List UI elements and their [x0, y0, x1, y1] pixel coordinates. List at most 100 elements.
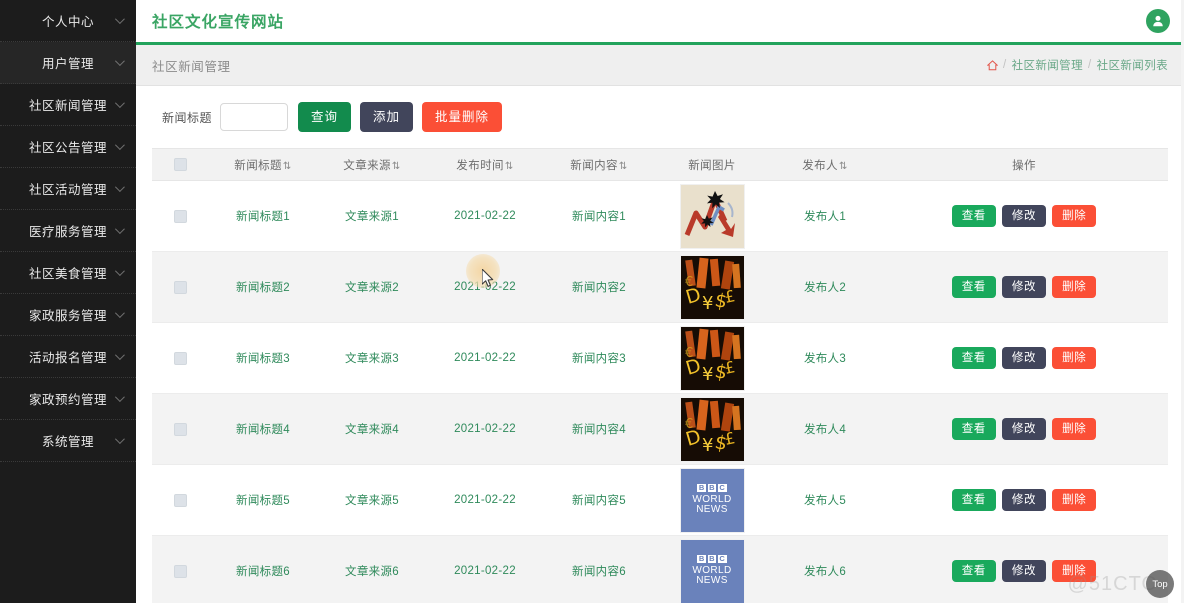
edit-button[interactable]: 修改 — [1001, 205, 1047, 227]
news-thumbnail-currency[interactable]: D ¥ $ £ € — [679, 325, 745, 391]
table-body: 新闻标题1 文章来源1 2021-02-22 新闻内容1 发布人1 查看 修改 删除 新闻标题2… — [152, 180, 1168, 603]
column-header-image: 新闻图片 — [654, 148, 770, 181]
column-header-publisher[interactable]: 发布人⇅ — [770, 148, 880, 181]
sidebar-item-label: 社区活动管理 — [28, 183, 107, 197]
news-thumbnail-currency[interactable]: D ¥ $ £ € — [679, 254, 745, 320]
cell-content: 新闻内容2 — [544, 251, 654, 323]
sidebar-item-5[interactable]: 医疗服务管理 — [0, 210, 136, 252]
news-thumbnail-currency[interactable]: D ¥ $ £ € — [679, 396, 745, 462]
column-header-content[interactable]: 新闻内容⇅ — [544, 148, 654, 181]
view-button[interactable]: 查看 — [951, 276, 996, 298]
sidebar-item-label: 家政预约管理 — [28, 393, 107, 407]
publish-time-text: 2021-02-22 — [454, 423, 516, 435]
chevron-down-icon — [114, 56, 125, 67]
row-checkbox[interactable] — [173, 422, 187, 436]
sidebar-item-1[interactable]: 用户管理 — [0, 42, 136, 84]
breadcrumb-separator: / — [1002, 59, 1007, 71]
delete-button[interactable]: 删除 — [1052, 489, 1097, 511]
sidebar-item-7[interactable]: 家政服务管理 — [0, 294, 136, 336]
news-source-text: 文章来源5 — [345, 495, 399, 507]
news-thumbnail-bbc[interactable]: B B C WORLD NEWS — [679, 538, 745, 603]
view-button[interactable]: 查看 — [951, 205, 996, 227]
cell-title: 新闻标题1 — [208, 180, 318, 252]
edit-button[interactable]: 修改 — [1001, 418, 1047, 440]
sidebar-item-10[interactable]: 系统管理 — [0, 420, 136, 462]
main-area: 社区文化宣传网站 社区新闻管理 / 社区新闻管理 / 社区新闻列表 新闻标题 查询 添… — [136, 0, 1184, 603]
search-toolbar: 新闻标题 查询 添加 批量删除 — [152, 86, 1168, 148]
publish-time-text: 2021-02-22 — [454, 565, 516, 577]
edit-button[interactable]: 修改 — [1001, 347, 1047, 369]
column-header-operations: 操作 — [880, 148, 1168, 181]
cell-operations: 查看 修改 删除 — [880, 535, 1168, 603]
delete-button[interactable]: 删除 — [1052, 347, 1097, 369]
svg-text:€: € — [685, 346, 694, 361]
edit-button[interactable]: 修改 — [1001, 276, 1047, 298]
table-header-row: 新闻标题⇅ 文章来源⇅ 发布时间⇅ 新闻内容⇅ 新闻图片 发布人⇅ 操作 — [152, 148, 1168, 181]
search-input[interactable] — [220, 103, 289, 131]
delete-button[interactable]: 删除 — [1052, 276, 1097, 298]
sub-header-bar: 社区新闻管理 / 社区新闻管理 / 社区新闻列表 — [136, 45, 1184, 86]
user-avatar-icon[interactable] — [1146, 9, 1170, 33]
news-content-text: 新闻内容1 — [572, 211, 626, 223]
sidebar-item-9[interactable]: 家政预约管理 — [0, 378, 136, 420]
sidebar-item-4[interactable]: 社区活动管理 — [0, 168, 136, 210]
cell-source: 文章来源2 — [318, 251, 426, 323]
column-header-label: 发布时间 — [456, 159, 504, 172]
column-header-publish_time[interactable]: 发布时间⇅ — [426, 148, 544, 181]
cell-source: 文章来源3 — [318, 322, 426, 394]
delete-button[interactable]: 删除 — [1052, 418, 1097, 440]
breadcrumb-item-1[interactable]: 社区新闻列表 — [1097, 57, 1168, 73]
cell-image — [654, 180, 770, 252]
view-button[interactable]: 查看 — [951, 418, 996, 440]
row-checkbox[interactable] — [173, 493, 187, 507]
sort-toggle-icon[interactable]: ⇅ — [619, 161, 628, 172]
cell-title: 新闻标题6 — [208, 535, 318, 603]
home-icon[interactable] — [986, 59, 998, 71]
row-checkbox[interactable] — [173, 564, 187, 578]
breadcrumb-item-0[interactable]: 社区新闻管理 — [1012, 57, 1083, 73]
query-button[interactable]: 查询 — [298, 102, 352, 132]
news-source-text: 文章来源2 — [345, 282, 399, 294]
row-checkbox[interactable] — [173, 209, 187, 223]
sidebar-item-8[interactable]: 活动报名管理 — [0, 336, 136, 378]
publisher-text: 发布人5 — [803, 495, 847, 507]
sidebar-item-6[interactable]: 社区美食管理 — [0, 252, 136, 294]
delete-button[interactable]: 删除 — [1052, 205, 1097, 227]
search-label: 新闻标题 — [162, 110, 213, 125]
view-button[interactable]: 查看 — [951, 560, 996, 582]
table-row: 新闻标题6 文章来源6 2021-02-22 新闻内容6 B B C WORLD NEWS 发布人… — [152, 535, 1168, 603]
delete-button[interactable]: 删除 — [1052, 560, 1097, 582]
row-checkbox[interactable] — [173, 351, 187, 365]
sort-toggle-icon[interactable]: ⇅ — [283, 161, 292, 172]
news-thumbnail-bbc[interactable]: B B C WORLD NEWS — [679, 467, 745, 533]
column-header-title[interactable]: 新闻标题⇅ — [208, 148, 318, 181]
batch-delete-button[interactable]: 批量删除 — [422, 102, 503, 132]
news-content-text: 新闻内容3 — [572, 353, 626, 365]
chevron-down-icon — [114, 182, 125, 193]
sort-toggle-icon[interactable]: ⇅ — [839, 161, 848, 172]
sidebar-item-2[interactable]: 社区新闻管理 — [0, 84, 136, 126]
view-button[interactable]: 查看 — [951, 347, 996, 369]
news-thumbnail-chart[interactable] — [679, 183, 745, 249]
sidebar-item-0[interactable]: 个人中心 — [0, 0, 136, 42]
cell-image: B B C WORLD NEWS — [654, 535, 770, 603]
publisher-text: 发布人6 — [803, 566, 847, 578]
select-all-checkbox[interactable] — [173, 158, 187, 171]
column-header-checkbox — [152, 148, 208, 181]
sidebar-item-label: 医疗服务管理 — [28, 225, 107, 239]
svg-text:€: € — [685, 417, 694, 432]
view-button[interactable]: 查看 — [951, 489, 996, 511]
column-header-source[interactable]: 文章来源⇅ — [318, 148, 426, 181]
sidebar-item-3[interactable]: 社区公告管理 — [0, 126, 136, 168]
cell-content: 新闻内容1 — [544, 180, 654, 252]
row-checkbox[interactable] — [173, 280, 187, 294]
edit-button[interactable]: 修改 — [1001, 560, 1047, 582]
edit-button[interactable]: 修改 — [1001, 489, 1047, 511]
breadcrumb: / 社区新闻管理 / 社区新闻列表 — [986, 57, 1168, 73]
back-to-top-button[interactable]: Top — [1146, 570, 1174, 598]
sort-toggle-icon[interactable]: ⇅ — [392, 161, 401, 172]
cell-image: D ¥ $ £ € — [654, 393, 770, 465]
news-title-text: 新闻标题4 — [236, 424, 290, 436]
add-button[interactable]: 添加 — [360, 102, 414, 132]
sort-toggle-icon[interactable]: ⇅ — [505, 161, 514, 172]
